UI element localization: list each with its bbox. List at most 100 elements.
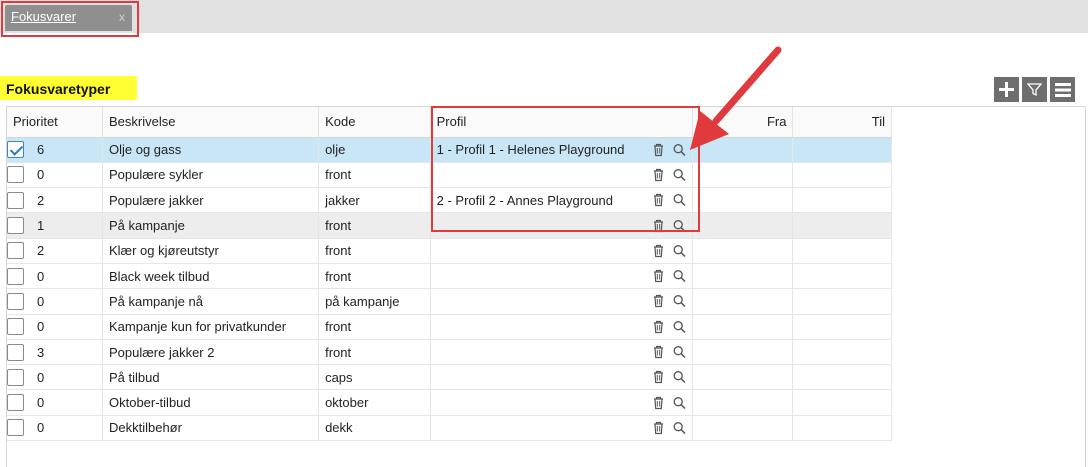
cell-til[interactable]: [792, 288, 892, 315]
header-fra[interactable]: Fra: [692, 107, 794, 138]
trash-icon[interactable]: [653, 345, 664, 359]
cell-beskrivelse[interactable]: Black week tilbud: [102, 263, 320, 290]
row-checkbox[interactable]: [7, 217, 24, 235]
header-prioritet[interactable]: Prioritet: [7, 107, 103, 138]
search-icon[interactable]: [673, 421, 686, 434]
cell-fra[interactable]: [692, 415, 794, 442]
search-icon[interactable]: [673, 244, 686, 257]
cell-beskrivelse[interactable]: På tilbud: [102, 364, 320, 391]
header-kode[interactable]: Kode: [318, 107, 431, 138]
cell-profil[interactable]: [430, 339, 693, 366]
cell-fra[interactable]: [692, 314, 794, 340]
cell-til[interactable]: [792, 364, 892, 391]
row-checkbox[interactable]: [7, 292, 24, 310]
row-checkbox[interactable]: [7, 419, 24, 437]
cell-beskrivelse[interactable]: Populære sykler: [102, 162, 320, 189]
cell-kode[interactable]: front: [318, 314, 431, 340]
row-checkbox[interactable]: [7, 267, 24, 285]
cell-til[interactable]: [792, 137, 892, 163]
menu-icon[interactable]: [1050, 77, 1075, 102]
cell-til[interactable]: [792, 162, 892, 189]
cell-fra[interactable]: [692, 364, 794, 391]
trash-icon[interactable]: [653, 371, 664, 384]
plus-icon[interactable]: [994, 77, 1019, 102]
cell-til[interactable]: [792, 415, 892, 442]
cell-beskrivelse[interactable]: Dekktilbehør: [102, 415, 320, 442]
table-row[interactable]: 0 På kampanje nå på kampanje: [7, 288, 892, 315]
cell-fra[interactable]: [692, 263, 794, 290]
cell-til[interactable]: [792, 187, 892, 214]
search-icon[interactable]: [673, 371, 686, 384]
cell-beskrivelse[interactable]: Populære jakker 2: [102, 339, 320, 366]
table-row[interactable]: 2 Klær og kjøreutstyr front: [7, 238, 892, 264]
cell-kode[interactable]: front: [318, 238, 431, 264]
cell-til[interactable]: [792, 314, 892, 340]
cell-kode[interactable]: oktober: [318, 389, 431, 416]
cell-profil[interactable]: [430, 415, 693, 442]
cell-fra[interactable]: [692, 187, 794, 214]
row-checkbox[interactable]: [7, 166, 24, 184]
cell-til[interactable]: [792, 238, 892, 264]
cell-fra[interactable]: [692, 137, 794, 163]
trash-icon[interactable]: [653, 295, 664, 308]
cell-beskrivelse[interactable]: På kampanje nå: [102, 288, 320, 315]
cell-beskrivelse[interactable]: Kampanje kun for privatkunder: [102, 314, 320, 340]
trash-icon[interactable]: [653, 421, 664, 435]
cell-profil[interactable]: [430, 263, 693, 290]
cell-beskrivelse[interactable]: Olje og gass: [102, 137, 320, 163]
cell-til[interactable]: [792, 339, 892, 366]
row-checkbox[interactable]: [7, 242, 24, 260]
cell-kode[interactable]: front: [318, 212, 431, 239]
cell-beskrivelse[interactable]: Klær og kjøreutstyr: [102, 238, 320, 264]
cell-profil[interactable]: [430, 389, 693, 416]
table-row[interactable]: 0 Oktober-tilbud oktober: [7, 389, 892, 416]
cell-profil[interactable]: [430, 364, 693, 391]
table-row[interactable]: 0 Kampanje kun for privatkunder front: [7, 314, 892, 340]
cell-til[interactable]: [792, 212, 892, 239]
header-til[interactable]: Til: [792, 107, 892, 138]
search-icon[interactable]: [673, 396, 686, 409]
search-icon[interactable]: [673, 346, 686, 359]
cell-fra[interactable]: [692, 339, 794, 366]
cell-kode[interactable]: jakker: [318, 187, 431, 214]
cell-til[interactable]: [792, 263, 892, 290]
trash-icon[interactable]: [653, 270, 664, 283]
cell-fra[interactable]: [692, 212, 794, 239]
cell-kode[interactable]: på kampanje: [318, 288, 431, 315]
cell-beskrivelse[interactable]: Populære jakker: [102, 187, 320, 214]
cell-kode[interactable]: olje: [318, 137, 431, 163]
row-checkbox[interactable]: [7, 343, 24, 361]
cell-fra[interactable]: [692, 238, 794, 264]
search-icon[interactable]: [673, 320, 686, 333]
row-checkbox[interactable]: [7, 191, 24, 209]
cell-fra[interactable]: [692, 389, 794, 416]
cell-kode[interactable]: caps: [318, 364, 431, 391]
cell-beskrivelse[interactable]: Oktober-tilbud: [102, 389, 320, 416]
search-icon[interactable]: [673, 295, 686, 308]
table-row[interactable]: 0 På tilbud caps: [7, 364, 892, 391]
row-checkbox[interactable]: [7, 368, 24, 386]
search-icon[interactable]: [673, 270, 686, 283]
row-checkbox[interactable]: [7, 394, 24, 412]
cell-beskrivelse[interactable]: På kampanje: [102, 212, 320, 239]
cell-kode[interactable]: front: [318, 162, 431, 189]
table-row[interactable]: 0 Black week tilbud front: [7, 263, 892, 290]
trash-icon[interactable]: [653, 320, 664, 333]
cell-profil[interactable]: [430, 314, 693, 340]
trash-icon[interactable]: [653, 396, 664, 409]
row-checkbox[interactable]: [7, 141, 24, 159]
cell-kode[interactable]: front: [318, 339, 431, 366]
table-row[interactable]: 0 Dekktilbehør dekk: [7, 415, 892, 442]
row-checkbox[interactable]: [7, 318, 24, 336]
cell-kode[interactable]: dekk: [318, 415, 431, 442]
trash-icon[interactable]: [653, 244, 664, 257]
cell-profil[interactable]: [430, 288, 693, 315]
table-row[interactable]: 3 Populære jakker 2 front: [7, 339, 892, 366]
cell-til[interactable]: [792, 389, 892, 416]
filter-icon[interactable]: [1022, 77, 1047, 102]
cell-fra[interactable]: [692, 288, 794, 315]
cell-fra[interactable]: [692, 162, 794, 189]
cell-kode[interactable]: front: [318, 263, 431, 290]
cell-profil[interactable]: [430, 238, 693, 264]
header-beskrivelse[interactable]: Beskrivelse: [102, 107, 320, 138]
